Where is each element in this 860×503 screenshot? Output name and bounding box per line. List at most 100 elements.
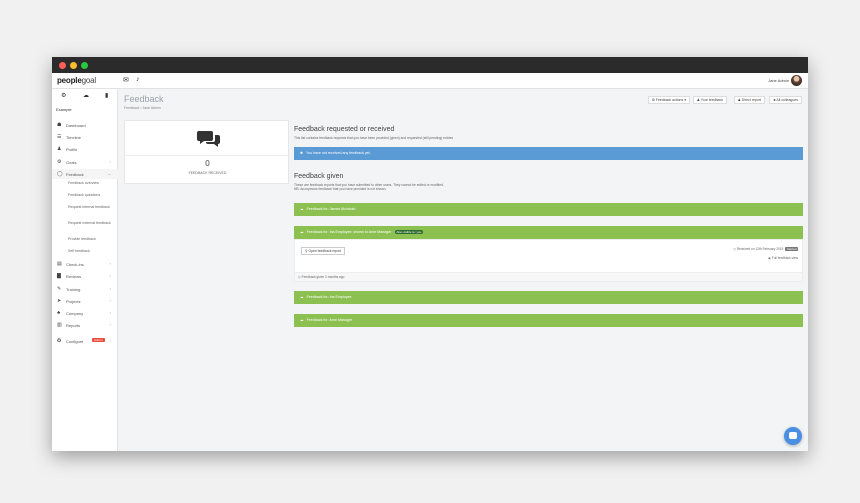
comment-icon: ☁ — [300, 318, 304, 322]
minimize-window-icon[interactable] — [70, 62, 77, 69]
timeline-icon: ☰ — [57, 134, 62, 140]
sidebar-item-configure[interactable]: ✪ Configure Admin › — [52, 336, 118, 346]
sidebar-item-label: Reports — [66, 323, 81, 328]
visibility-pill: Also visible to: you — [394, 230, 424, 234]
sidebar-item-label: Dashboard — [66, 123, 86, 128]
sidebar-subitem[interactable]: Self feedback — [68, 249, 116, 254]
user-name[interactable]: Jane Admin — [768, 78, 789, 83]
company-icon: ♣ — [57, 310, 61, 316]
chevron-icon: › — [109, 338, 111, 343]
feedback-shortcut-icon[interactable]: ☁ — [83, 92, 89, 99]
breadcrumb[interactable]: Feedback › Jane Admin — [124, 106, 161, 110]
comment-icon: ☁ — [300, 295, 304, 299]
feedback-given-bar[interactable]: ☁ Feedback for: Ina Employee — [294, 291, 803, 304]
chevron-icon: › — [109, 298, 111, 303]
mail-icon[interactable]: ✉ — [123, 76, 129, 84]
chat-icon — [789, 432, 797, 439]
sidebar: ⚙ ☁ ▮ Example ☗ Dashboard ☰ Timeline ♟ Profil… — [52, 89, 118, 451]
sidebar-item-label: Projects — [66, 299, 81, 304]
configure-icon: ✪ — [57, 338, 62, 344]
no-feedback-notice: ✱ You have not received any feedback yet. — [294, 147, 803, 160]
chevron-icon: ⌄ — [107, 171, 111, 176]
company-name: Example — [56, 107, 72, 112]
given-section-title: Feedback given — [294, 173, 344, 180]
reviews-icon: ▇ — [57, 273, 61, 279]
received-section-title: Feedback requested or received — [294, 126, 395, 133]
sidebar-item-label: Goals — [66, 160, 77, 165]
direct-report-button[interactable]: ♟ Direct report — [733, 96, 765, 104]
sidebar-subitem[interactable]: Request internal feedback — [68, 205, 116, 210]
sidebar-item-feedback[interactable]: ◯ Feedback ⌄ — [52, 169, 118, 179]
chevron-icon: › — [109, 159, 111, 164]
sidebar-item-profile[interactable]: ♟ Profile — [52, 144, 118, 154]
chevron-icon: › — [109, 273, 111, 278]
sidebar-item-label: Check-ins — [66, 262, 84, 267]
maximize-window-icon[interactable] — [81, 62, 88, 69]
sidebar-item-label: Configure — [66, 339, 84, 344]
header-actions: ⚙ Feedback actions ▾ ♟ Your feedback ♟ D… — [642, 96, 802, 104]
checkins-icon: ▤ — [57, 261, 62, 267]
all-colleagues-button[interactable]: ♣ All colleagues — [769, 96, 802, 104]
chevron-icon: › — [109, 286, 111, 291]
sidebar-item-label: Training — [66, 287, 81, 292]
info-icon: ✱ — [300, 151, 304, 155]
sidebar-item-training[interactable]: ✎ Training › — [52, 284, 118, 294]
dashboard-icon: ☗ — [57, 122, 62, 128]
sidebar-shortcuts: ⚙ ☁ ▮ — [52, 92, 118, 102]
goals-shortcut-icon[interactable]: ⚙ — [61, 92, 66, 99]
sidebar-item-reviews[interactable]: ▇ Reviews › — [52, 271, 118, 281]
sidebar-item-company[interactable]: ♣ Company › — [52, 308, 118, 318]
received-date: ◷ Received on 12th February 2019 Started — [733, 247, 798, 251]
sidebar-item-label: Company — [66, 311, 84, 316]
chevron-down-icon: ▾ — [684, 98, 686, 102]
feedback-given-footer: ◷ Feedback given 3 months ago — [294, 273, 803, 282]
sidebar-item-check-ins[interactable]: ▤ Check-ins › — [52, 259, 118, 269]
full-feedback-link[interactable]: ◉ Full feedback view — [768, 256, 798, 260]
feedback-actions-button[interactable]: ⚙ Feedback actions ▾ — [647, 96, 690, 104]
comment-icon: ☁ — [300, 230, 304, 234]
your-feedback-button[interactable]: ♟ Your feedback — [692, 96, 727, 104]
sidebar-item-label: Profile — [66, 147, 78, 152]
sidebar-subitem[interactable]: Feedback overview — [68, 181, 116, 186]
main-content: Feedback Feedback › Jane Admin ⚙ Feedbac… — [118, 89, 808, 451]
sidebar-subitem[interactable]: Request external feedback — [68, 221, 116, 226]
avatar[interactable] — [791, 75, 802, 86]
feedback-given-bar[interactable]: ☁ Feedback for: Ina Employee, shown to Ar… — [294, 226, 803, 239]
admin-badge: Admin — [92, 338, 105, 342]
open-feedback-report-button[interactable]: ⚲ Open feedback report — [301, 247, 346, 255]
comments-icon — [197, 131, 220, 147]
chat-button[interactable] — [784, 427, 802, 445]
sidebar-item-timeline[interactable]: ☰ Timeline — [52, 132, 118, 142]
projects-icon: ➤ — [57, 298, 62, 304]
received-section-desc: This list contains feedback requests tha… — [294, 136, 454, 140]
sidebar-item-reports[interactable]: ▥ Reports › — [52, 320, 118, 330]
window-titlebar — [52, 57, 808, 73]
chevron-icon: › — [109, 261, 111, 266]
top-bar: peoplegoal ✉ ♪ Jane Admin — [52, 73, 808, 89]
sidebar-subitem[interactable]: Provide feedback — [68, 237, 116, 242]
training-icon: ✎ — [57, 286, 62, 292]
page-title: Feedback — [124, 94, 164, 104]
sidebar-item-projects[interactable]: ➤ Projects › — [52, 296, 118, 306]
chevron-icon: › — [109, 322, 111, 327]
close-window-icon[interactable] — [59, 62, 66, 69]
sidebar-item-label: Feedback — [66, 172, 84, 177]
feedback-received-card: 0 FEEDBACK RECEIVED — [124, 120, 290, 184]
given-section-note: NB: Anonymous feedback that you have pro… — [294, 187, 387, 191]
app-logo[interactable]: peoplegoal — [57, 76, 96, 85]
sidebar-item-label: Timeline — [66, 135, 81, 140]
goals-icon: ⚙ — [57, 159, 62, 165]
feedback-detail-panel: ⚲ Open feedback report ◷ Received on 12t… — [294, 239, 803, 273]
sidebar-item-label: Reviews — [66, 274, 82, 279]
sidebar-subitem[interactable]: Feedback questions — [68, 193, 116, 198]
document-shortcut-icon[interactable]: ▮ — [105, 92, 108, 99]
notification-bell-icon[interactable]: ♪ — [136, 76, 140, 83]
feedback-given-bar[interactable]: ☁ Feedback for: Arne Manager — [294, 314, 803, 327]
sidebar-item-dashboard[interactable]: ☗ Dashboard — [52, 120, 118, 130]
feedback-icon: ◯ — [57, 171, 63, 177]
app-window: peoplegoal ✉ ♪ Jane Admin ⚙ ☁ ▮ Example … — [52, 57, 808, 451]
profile-icon: ♟ — [57, 146, 62, 152]
feedback-given-bar[interactable]: ☁ Feedback for: James Mcintosh — [294, 203, 803, 216]
comment-icon: ☁ — [300, 207, 304, 211]
sidebar-item-goals[interactable]: ⚙ Goals › — [52, 157, 118, 167]
